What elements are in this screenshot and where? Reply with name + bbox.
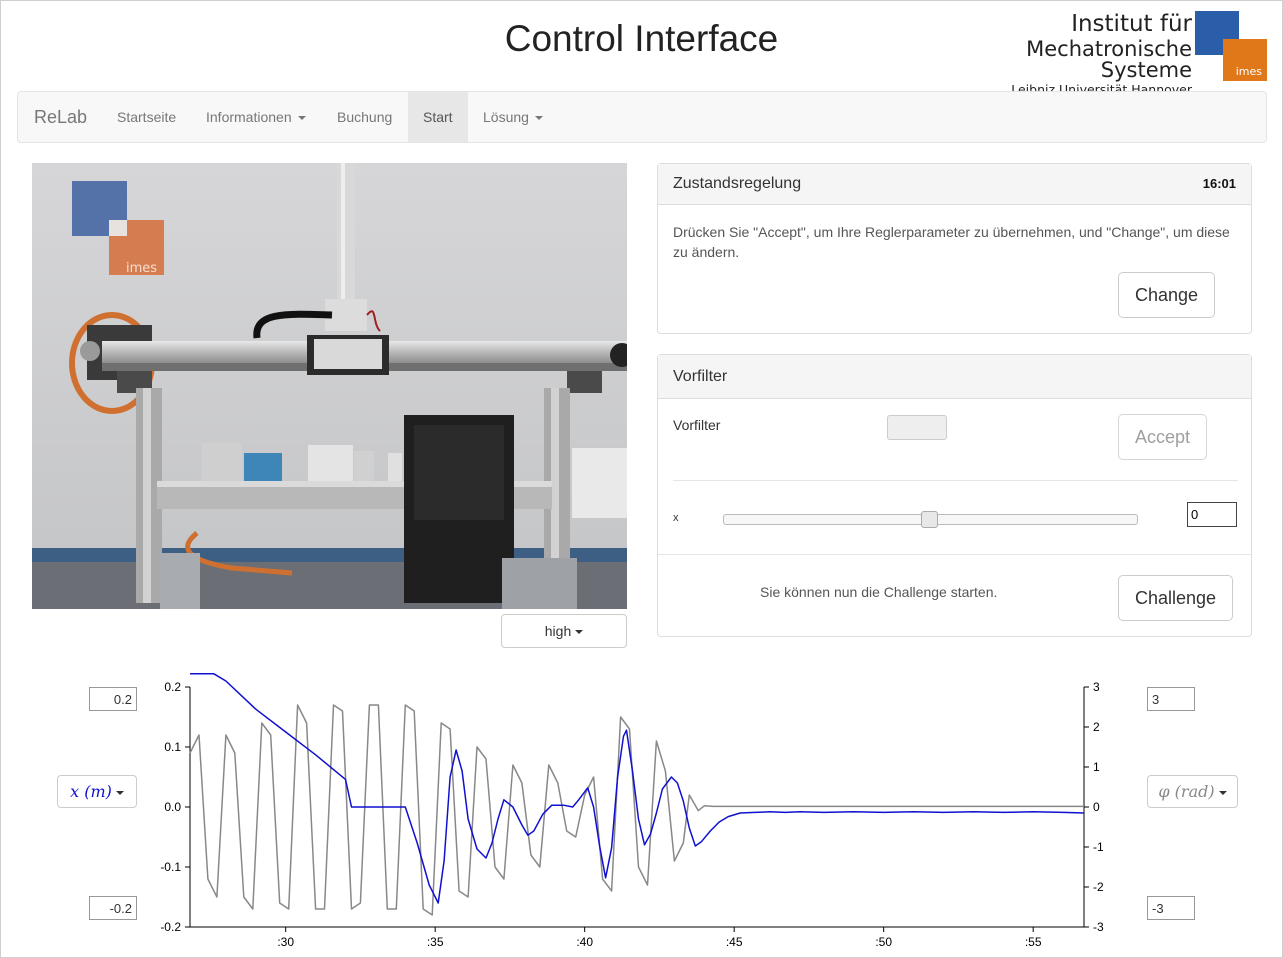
nav-item-label: Informationen [206,109,292,125]
zustandsregelung-panel: Zustandsregelung 16:01 Drücken Sie "Acce… [657,163,1252,334]
quality-dropdown[interactable]: high [501,614,627,648]
nav-item-label: Buchung [337,109,393,125]
right-y-tick-label: -1 [1093,840,1104,854]
x-tick-label: :35 [427,935,444,949]
left-y-tick-label: 0.1 [164,740,181,754]
x-tick-label: :50 [875,935,892,949]
divider [658,554,1251,555]
x-slider-track[interactable] [723,511,1138,528]
challenge-text: Sie können nun die Challenge starten. [760,584,998,600]
caret-down-icon [575,630,584,635]
right-y-tick-label: 1 [1093,760,1100,774]
left-y-tick-label: 0.0 [164,800,181,814]
nav-item-startseite[interactable]: Startseite [102,92,191,142]
vorfilter-panel: Vorfilter Vorfilter Accept x Sie können … [657,354,1252,637]
institute-logo[interactable]: Institut für Mechatronische Systeme Leib… [946,10,1270,96]
camera-image: imes [32,163,627,609]
left-y-tick-label: -0.1 [160,860,181,874]
zustandsregelung-heading: Zustandsregelung 16:01 [658,164,1251,205]
logo-line-1: Institut für [1071,11,1192,37]
navbar: ReLab Startseite Informationen Buchung S… [17,91,1267,143]
caret-down-icon [534,116,543,121]
logo-tag: imes [1235,65,1262,78]
series-line [190,673,1085,904]
vorfilter-title: Vorfilter [673,368,728,385]
nav-item-informationen[interactable]: Informationen [191,92,321,142]
left-y-tick-label: 0.2 [164,680,181,694]
navbar-brand[interactable]: ReLab [34,107,87,128]
nav-item-label: Lösung [483,109,529,125]
nav-item-loesung[interactable]: Lösung [468,92,558,142]
quality-label: high [544,623,572,639]
left-y-tick-label: -0.2 [160,920,181,934]
x-slider-handle[interactable] [921,511,938,528]
right-y-tick-label: 2 [1093,720,1100,734]
logo-text: Institut für Mechatronische Systeme Leib… [946,13,1192,97]
zustandsregelung-title: Zustandsregelung [673,175,802,192]
vorfilter-heading: Vorfilter [658,355,1251,399]
slider-label: x [673,512,679,524]
signal-chart: 0.2 0.1 0.0 -0.1 -0.2 3 2 1 0 -1 -2 -3 :30 :35 :40 :45:… [160,673,1104,949]
right-y-tick-label: -2 [1093,880,1104,894]
logo-orange-square: imes [1223,39,1267,81]
nav-item-label: Start [423,109,453,125]
session-timer: 16:01 [1202,176,1236,191]
x-tick-label: :55 [1025,935,1042,949]
slider-value-input[interactable] [1187,502,1237,527]
accept-button[interactable]: Accept [1118,414,1207,460]
change-button[interactable]: Change [1118,272,1215,318]
caret-down-icon [297,116,306,121]
x-tick-label: :30 [277,935,294,949]
challenge-button[interactable]: Challenge [1118,575,1233,621]
right-y-tick-label: 0 [1093,800,1100,814]
nav-item-buchung[interactable]: Buchung [322,92,407,142]
zustandsregelung-text: Drücken Sie "Accept", um Ihre Reglerpara… [673,224,1230,260]
x-tick-label: :40 [576,935,593,949]
camera-sign-text: imes [126,261,157,276]
right-y-tick-label: 3 [1093,680,1100,694]
nav-item-start[interactable]: Start [408,92,468,142]
right-y-tick-label: -3 [1093,920,1104,934]
camera-stream: imes [32,163,627,609]
x-tick-label: :45 [726,935,743,949]
vorfilter-field-label: Vorfilter [673,417,721,433]
vorfilter-input[interactable] [887,415,947,440]
logo-line-2: Mechatronische Systeme [1026,37,1192,82]
nav-item-label: Startseite [117,109,177,125]
divider [673,480,1238,481]
